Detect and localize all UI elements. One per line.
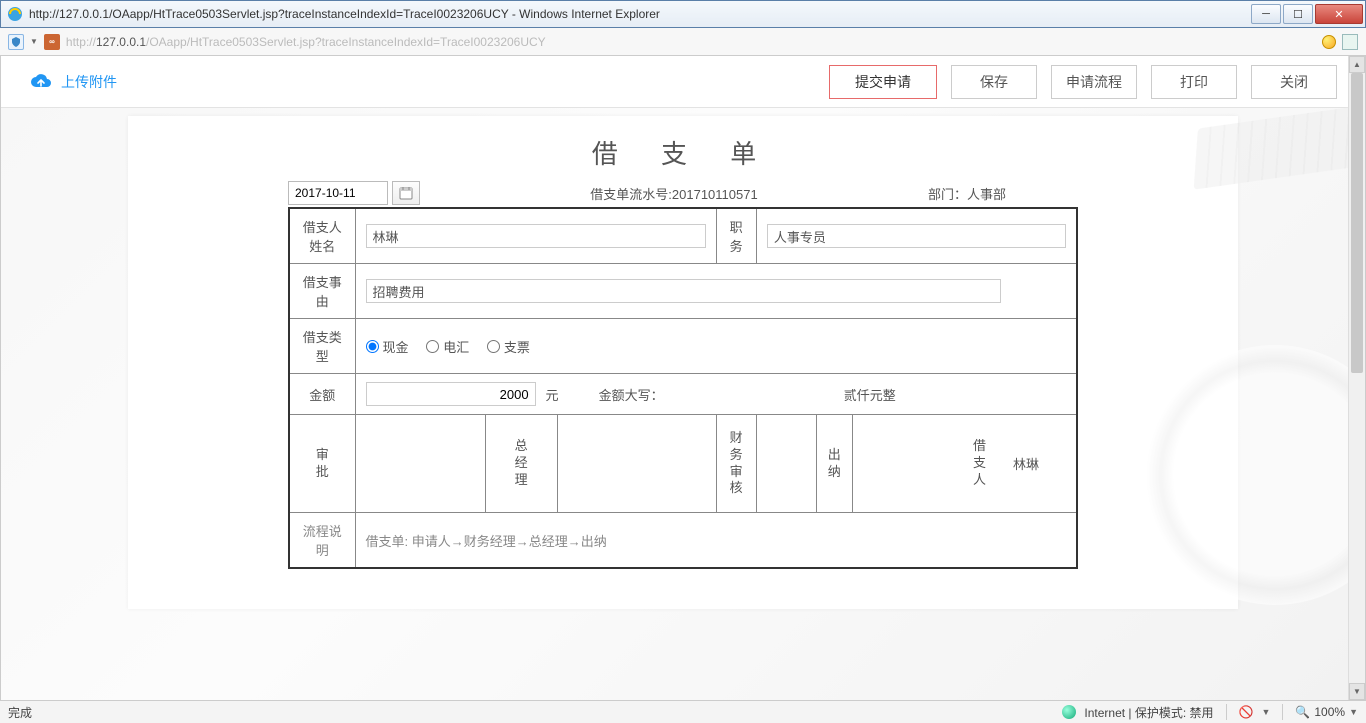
approval-gm-label: 总经理 [485, 415, 557, 513]
amount-unit: 元 [546, 385, 559, 404]
name-cell [355, 208, 716, 264]
loan-form-table: 借支人姓名 职务 借支事由 借支类型 [288, 207, 1078, 569]
type-check-option[interactable]: 支票 [487, 337, 530, 356]
type-cash-radio[interactable] [366, 340, 379, 353]
approval-row: 审批 总经理 财务审核 出纳 借支人 林琳 [289, 415, 1077, 513]
position-label: 职务 [716, 208, 756, 264]
scroll-thumb[interactable] [1351, 73, 1363, 373]
url-host: 127.0.0.1 [96, 35, 146, 49]
meta-row: 借支单流水号:201710110571 部门：人事部 [288, 181, 1078, 205]
name-input[interactable] [366, 224, 706, 248]
app-toolbar: 上传附件 提交申请 保存 申请流程 打印 关闭 [1, 56, 1365, 108]
approval-cashier-label: 出纳 [816, 415, 852, 513]
position-input[interactable] [767, 224, 1066, 248]
window-titlebar: http://127.0.0.1/OAapp/HtTrace0503Servle… [0, 0, 1366, 28]
type-cash-option[interactable]: 现金 [366, 337, 409, 356]
status-bar: 完成 Internet | 保护模式: 禁用 🚫 ▼ 🔍 100% ▼ [0, 700, 1366, 723]
type-wire-option[interactable]: 电汇 [426, 337, 469, 356]
url-protocol: http:// [66, 35, 96, 49]
approval-blank-3 [756, 415, 816, 513]
amount-label: 金额 [289, 374, 355, 415]
approval-borrower-value: 林琳 [986, 454, 1066, 473]
scroll-up-button[interactable]: ▲ [1349, 56, 1365, 73]
status-text: 完成 [8, 704, 32, 721]
note-label: 流程说明 [289, 513, 355, 569]
amount-input[interactable] [366, 382, 536, 406]
compat-view-icon[interactable] [1342, 34, 1358, 50]
approval-borrower-label: 借支人 [973, 438, 986, 489]
type-cell: 现金 电汇 支票 [355, 319, 1077, 374]
print-button[interactable]: 打印 [1151, 65, 1237, 99]
amount-cell: 元 金额大写： 贰仟元整 [355, 374, 1077, 415]
address-bar: ▼ ∞ http://127.0.0.1/OAapp/HtTrace0503Se… [0, 28, 1366, 56]
window-close-button[interactable]: ✕ [1315, 4, 1363, 24]
flow-button[interactable]: 申请流程 [1051, 65, 1137, 99]
scroll-down-button[interactable]: ▼ [1349, 683, 1365, 700]
note-value: 借支单: 申请人→财务经理→总经理→出纳 [355, 513, 1077, 569]
security-off-icon[interactable]: 🚫 [1239, 705, 1254, 719]
position-cell [756, 208, 1077, 264]
amount-cn-value: 贰仟元整 [674, 385, 1066, 404]
approval-finance-label: 财务审核 [716, 415, 756, 513]
url-field[interactable]: http://127.0.0.1/OAapp/HtTrace0503Servle… [66, 35, 1316, 49]
security-shield-icon[interactable] [8, 34, 24, 50]
globe-icon [1062, 705, 1076, 719]
security-dropdown-icon[interactable]: ▼ [1262, 707, 1271, 717]
url-path: /OAapp/HtTrace0503Servlet.jsp?traceInsta… [146, 35, 546, 49]
calendar-icon [399, 186, 413, 200]
zoom-value: 100% [1314, 705, 1345, 719]
type-label: 借支类型 [289, 319, 355, 374]
status-mode: Internet | 保护模式: 禁用 [1084, 704, 1213, 721]
form-title: 借 支 单 [128, 134, 1238, 171]
upload-attachment-link[interactable]: 上传附件 [29, 72, 117, 92]
type-check-radio[interactable] [487, 340, 500, 353]
serial-number: 借支单流水号:201710110571 [420, 184, 928, 203]
zoom-control[interactable]: 🔍 100% ▼ [1295, 705, 1358, 719]
reason-input[interactable] [366, 279, 1001, 303]
amount-cn-label: 金额大写： [599, 385, 664, 404]
window-maximize-button[interactable]: ☐ [1283, 4, 1313, 24]
upload-label: 上传附件 [61, 72, 117, 92]
type-wire-radio[interactable] [426, 340, 439, 353]
page-background: 借 支 单 借支单流水号:201710110571 部门：人事部 借支人姓名 [1, 108, 1365, 700]
approval-blank-1 [355, 415, 485, 513]
app-viewport: 上传附件 提交申请 保存 申请流程 打印 关闭 借 支 单 借支单流水号:201… [0, 56, 1366, 700]
window-title: http://127.0.0.1/OAapp/HtTrace0503Servle… [29, 7, 1251, 21]
zoom-icon: 🔍 [1295, 705, 1310, 719]
department: 部门：人事部 [928, 184, 1078, 203]
vertical-scrollbar[interactable]: ▲ ▼ [1348, 56, 1365, 700]
approval-blank-2 [557, 415, 716, 513]
close-button[interactable]: 关闭 [1251, 65, 1337, 99]
form-card: 借 支 单 借支单流水号:201710110571 部门：人事部 借支人姓名 [128, 116, 1238, 609]
date-input[interactable] [288, 181, 388, 205]
approval-col-label: 审批 [289, 415, 355, 513]
reason-label: 借支事由 [289, 264, 355, 319]
zoom-dropdown-icon[interactable]: ▼ [1349, 707, 1358, 717]
ie-icon [7, 6, 23, 22]
name-label: 借支人姓名 [289, 208, 355, 264]
reason-cell [355, 264, 1077, 319]
site-favicon: ∞ [44, 34, 60, 50]
submit-button[interactable]: 提交申请 [829, 65, 937, 99]
save-button[interactable]: 保存 [951, 65, 1037, 99]
cloud-upload-icon [29, 73, 53, 91]
window-minimize-button[interactable]: ─ [1251, 4, 1281, 24]
approval-borrower-cell: 借支人 林琳 [852, 415, 1077, 513]
dropdown-icon[interactable]: ▼ [30, 37, 38, 46]
calendar-button[interactable] [392, 181, 420, 205]
security-indicator-icon[interactable] [1322, 35, 1336, 49]
